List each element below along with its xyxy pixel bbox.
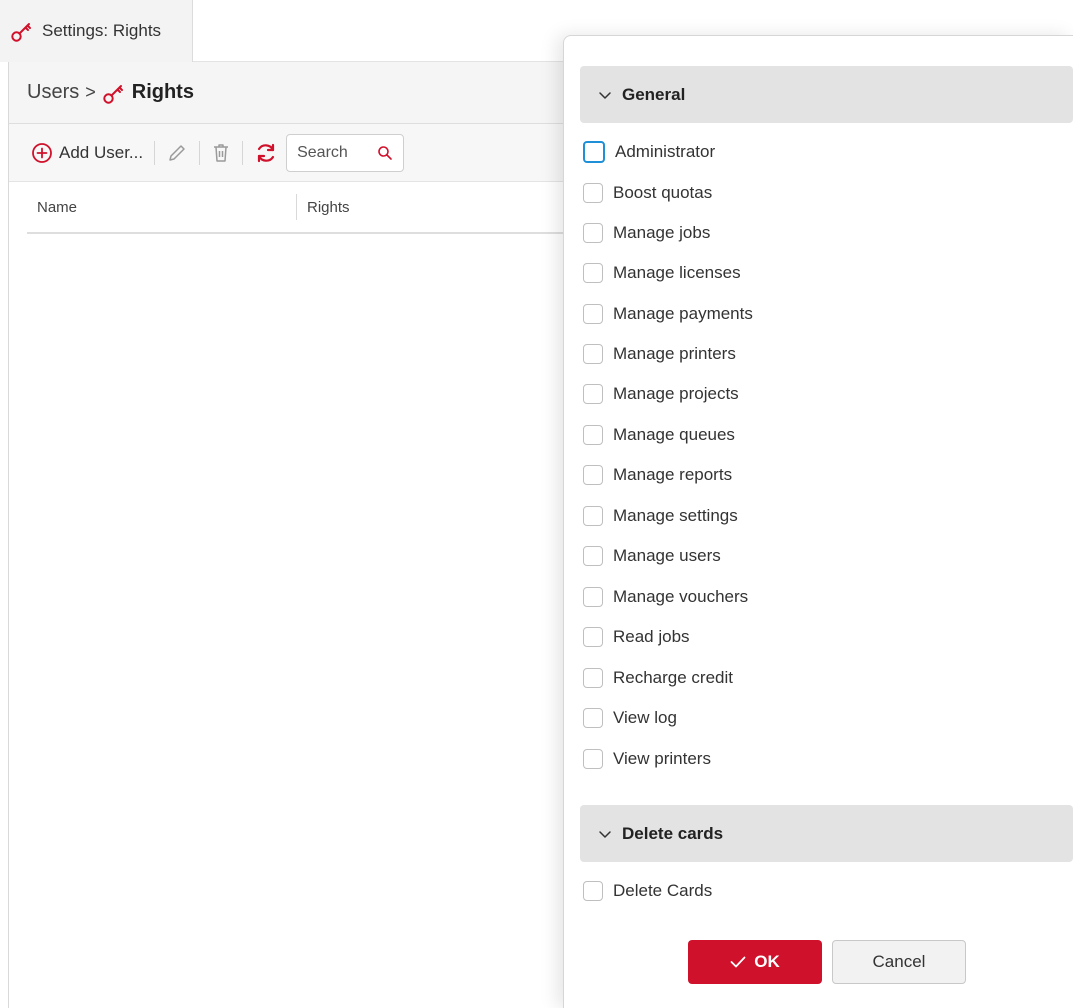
checkbox[interactable]	[583, 183, 603, 203]
checkbox-label: View printers	[613, 749, 711, 768]
tab-settings-rights[interactable]: Settings: Rights	[0, 0, 193, 62]
checkbox[interactable]	[583, 223, 603, 243]
rights-option-manage-settings[interactable]: Manage settings	[583, 501, 738, 531]
checkbox-label: Manage reports	[613, 465, 733, 484]
checkbox[interactable]	[583, 384, 603, 404]
breadcrumb-current: Rights	[131, 81, 194, 103]
plus-circle-icon	[32, 142, 52, 163]
rights-pane: Users > Rights Add User... Search Name R…	[8, 62, 569, 1008]
breadcrumb-separator: >	[85, 82, 96, 102]
checkbox-label: Boost quotas	[613, 183, 713, 202]
checkbox[interactable]	[583, 668, 603, 688]
checkbox[interactable]	[583, 546, 603, 566]
ok-button[interactable]: OK	[688, 940, 822, 984]
toolbar-divider	[154, 140, 156, 165]
checkbox[interactable]	[583, 304, 603, 324]
trash-icon	[214, 143, 229, 162]
rights-option-manage-users[interactable]: Manage users	[583, 541, 721, 571]
rights-option-view-log[interactable]: View log	[583, 703, 677, 733]
toolbar-divider	[199, 140, 201, 165]
column-header-name[interactable]: Name	[27, 199, 296, 216]
rights-option-delete-cards[interactable]: Delete Cards	[583, 876, 712, 906]
tab-label: Settings: Rights	[42, 21, 162, 40]
checkbox-label: Manage queues	[613, 425, 735, 444]
search-input[interactable]	[297, 143, 372, 162]
rights-option-manage-jobs[interactable]: Manage jobs	[583, 218, 710, 248]
checkbox-label: Manage licenses	[613, 263, 741, 282]
cancel-button[interactable]: Cancel	[832, 940, 966, 984]
checkbox-label: Read jobs	[613, 627, 690, 646]
search-icon[interactable]	[377, 145, 393, 161]
key-icon	[11, 23, 31, 42]
checkbox[interactable]	[583, 263, 603, 283]
rights-option-manage-licenses[interactable]: Manage licenses	[583, 258, 741, 288]
toolbar: Add User...	[9, 124, 568, 182]
rights-dialog: General Administrator Boost quotas Manag…	[563, 35, 1073, 1008]
breadcrumb-users[interactable]: Users	[27, 81, 79, 104]
checkbox-label: Manage users	[613, 546, 721, 565]
add-user-button[interactable]: Add User...	[31, 142, 143, 164]
search-box	[286, 133, 405, 172]
table-header: Name Rights	[27, 182, 569, 234]
section-title: General	[622, 84, 686, 104]
rights-option-manage-printers[interactable]: Manage printers	[583, 339, 736, 369]
edit-button[interactable]	[166, 142, 188, 164]
checkbox[interactable]	[583, 141, 605, 163]
checkbox-label: Delete Cards	[613, 881, 713, 900]
rights-option-read-jobs[interactable]: Read jobs	[583, 622, 690, 652]
checkbox[interactable]	[583, 749, 603, 769]
chevron-down-icon	[599, 91, 611, 99]
checkbox-label: Manage settings	[613, 506, 738, 525]
section-header-general[interactable]: General	[580, 66, 1073, 123]
checkbox[interactable]	[583, 425, 603, 445]
delete-button[interactable]	[211, 142, 231, 164]
checkbox[interactable]	[583, 465, 603, 485]
checkbox-label: Manage printers	[613, 344, 736, 363]
checkbox-label: Manage projects	[613, 384, 739, 403]
rights-option-recharge-credit[interactable]: Recharge credit	[583, 663, 733, 693]
ok-label: OK	[754, 952, 780, 971]
checkbox[interactable]	[583, 627, 603, 647]
section-title: Delete cards	[622, 823, 724, 843]
refresh-icon	[258, 143, 275, 162]
chevron-down-icon	[599, 830, 611, 838]
key-icon	[103, 84, 123, 104]
checkbox[interactable]	[583, 344, 603, 364]
checkbox-label: Manage vouchers	[613, 587, 749, 606]
rights-option-manage-reports[interactable]: Manage reports	[583, 460, 732, 490]
refresh-button[interactable]	[254, 141, 278, 165]
checkbox[interactable]	[583, 587, 603, 607]
rights-option-manage-projects[interactable]: Manage projects	[583, 379, 739, 409]
checkbox-label: Manage jobs	[613, 223, 711, 242]
breadcrumb: Users > Rights	[9, 62, 568, 124]
rights-option-manage-payments[interactable]: Manage payments	[583, 299, 753, 329]
checkbox-label: View log	[613, 708, 677, 727]
rights-option-administrator[interactable]: Administrator	[583, 137, 715, 167]
rights-option-manage-queues[interactable]: Manage queues	[583, 420, 735, 450]
rights-option-view-printers[interactable]: View printers	[583, 744, 711, 774]
checkbox[interactable]	[583, 881, 603, 901]
checkbox[interactable]	[583, 708, 603, 728]
cancel-label: Cancel	[872, 952, 926, 971]
checkbox-label: Recharge credit	[613, 668, 734, 687]
pencil-icon	[169, 144, 185, 161]
toolbar-divider	[242, 140, 244, 165]
section-header-delete-cards[interactable]: Delete cards	[580, 805, 1073, 862]
rights-option-boost-quotas[interactable]: Boost quotas	[583, 178, 712, 208]
checkmark-icon	[730, 956, 746, 968]
checkbox-label: Administrator	[615, 142, 716, 161]
column-header-rights[interactable]: Rights	[296, 194, 350, 220]
checkbox-label: Manage payments	[613, 304, 753, 323]
checkbox[interactable]	[583, 506, 603, 526]
add-user-label: Add User...	[59, 142, 144, 162]
rights-option-manage-vouchers[interactable]: Manage vouchers	[583, 582, 748, 612]
